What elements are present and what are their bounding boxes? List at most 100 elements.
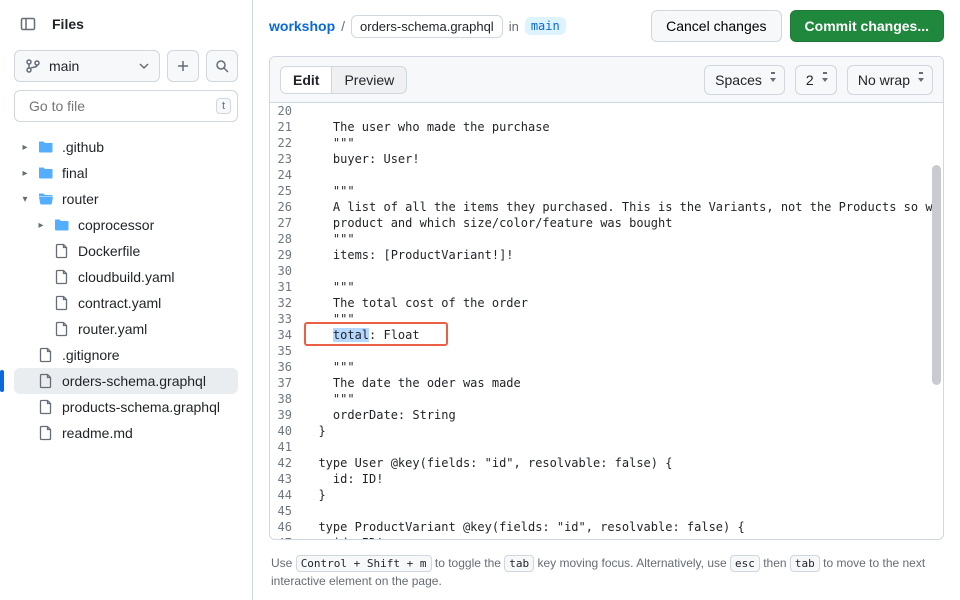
code-line[interactable]: 30	[270, 263, 943, 279]
file-search-input[interactable]: t	[14, 90, 238, 122]
tree-item-label: readme.md	[62, 425, 133, 441]
code-line[interactable]: 25 """	[270, 183, 943, 199]
folder-router[interactable]: ▾router	[14, 186, 238, 212]
kbd-hint: Control + Shift + m	[296, 555, 432, 572]
file-contract-yaml[interactable]: contract.yaml	[14, 290, 238, 316]
code-text: """	[304, 279, 943, 295]
tree-item-label: products-schema.graphql	[62, 399, 220, 415]
folder-final[interactable]: ▸final	[14, 160, 238, 186]
tree-item-label: .github	[62, 139, 104, 155]
code-line[interactable]: 27 product and which size/color/feature …	[270, 215, 943, 231]
code-line[interactable]: 47 id: ID!	[270, 535, 943, 539]
line-number: 44	[270, 487, 304, 503]
file-cloudbuild-yaml[interactable]: cloudbuild.yaml	[14, 264, 238, 290]
line-number: 20	[270, 103, 304, 119]
code-line[interactable]: 42 type User @key(fields: "id", resolvab…	[270, 455, 943, 471]
folder-icon	[38, 165, 54, 181]
code-line[interactable]: 43 id: ID!	[270, 471, 943, 487]
file-orders-schema-graphql[interactable]: orders-schema.graphql	[14, 368, 238, 394]
code-editor[interactable]: 2021 The user who made the purchase22 ""…	[270, 103, 943, 539]
tab-edit[interactable]: Edit	[281, 67, 332, 93]
code-line[interactable]: 20	[270, 103, 943, 119]
code-line[interactable]: 35	[270, 343, 943, 359]
code-line[interactable]: 32 The total cost of the order	[270, 295, 943, 311]
code-line[interactable]: 33 """	[270, 311, 943, 327]
code-line[interactable]: 28 """	[270, 231, 943, 247]
file-readme-md[interactable]: readme.md	[14, 420, 238, 446]
cancel-button[interactable]: Cancel changes	[651, 10, 781, 42]
code-text: The user who made the purchase	[304, 119, 943, 135]
code-text: }	[304, 487, 943, 503]
file-products-schema-graphql[interactable]: products-schema.graphql	[14, 394, 238, 420]
branch-icon	[25, 58, 41, 74]
code-line[interactable]: 45	[270, 503, 943, 519]
commit-button[interactable]: Commit changes...	[790, 10, 944, 42]
search-field[interactable]	[29, 98, 210, 114]
code-text: items: [ProductVariant!]!	[304, 247, 943, 263]
search-button[interactable]	[206, 50, 238, 82]
code-line[interactable]: 38 """	[270, 391, 943, 407]
file-icon	[38, 373, 54, 389]
indent-mode-select[interactable]: Spaces	[704, 65, 785, 95]
code-text: id: ID!	[304, 535, 943, 539]
code-line[interactable]: 22 """	[270, 135, 943, 151]
line-number: 26	[270, 199, 304, 215]
code-text: type User @key(fields: "id", resolvable:…	[304, 455, 943, 471]
code-line[interactable]: 31 """	[270, 279, 943, 295]
sidebar: Files main t ▸.github▸final▾router▸copro…	[0, 0, 253, 600]
line-number: 38	[270, 391, 304, 407]
folder-coprocessor[interactable]: ▸coprocessor	[14, 212, 238, 238]
sidebar-title: Files	[52, 16, 84, 32]
code-line[interactable]: 40 }	[270, 423, 943, 439]
code-text: The total cost of the order	[304, 295, 943, 311]
code-line[interactable]: 37 The date the oder was made	[270, 375, 943, 391]
file-icon	[38, 399, 54, 415]
line-number: 35	[270, 343, 304, 359]
main-area: workshop / orders-schema.graphql in main…	[253, 0, 960, 600]
keyboard-hint: Use Control + Shift + m to toggle the ta…	[269, 550, 944, 600]
line-number: 34	[270, 327, 304, 343]
code-line[interactable]: 24	[270, 167, 943, 183]
edit-preview-tabs: Edit Preview	[280, 66, 407, 94]
branch-selector[interactable]: main	[14, 50, 160, 82]
add-file-button[interactable]	[167, 50, 199, 82]
code-line[interactable]: 29 items: [ProductVariant!]!	[270, 247, 943, 263]
line-number: 27	[270, 215, 304, 231]
tab-preview[interactable]: Preview	[332, 67, 406, 93]
editor-card: Edit Preview Spaces 2 No wrap 2021 The u…	[269, 56, 944, 540]
code-line[interactable]: 44 }	[270, 487, 943, 503]
file-router-yaml[interactable]: router.yaml	[14, 316, 238, 342]
collapse-sidebar-button[interactable]	[14, 10, 42, 38]
folder--github[interactable]: ▸.github	[14, 134, 238, 160]
code-text: type ProductVariant @key(fields: "id", r…	[304, 519, 943, 535]
line-number: 22	[270, 135, 304, 151]
code-text: buyer: User!	[304, 151, 943, 167]
in-label: in	[509, 19, 519, 34]
scrollbar[interactable]	[932, 165, 941, 529]
code-line[interactable]: 39 orderDate: String	[270, 407, 943, 423]
code-text	[304, 103, 943, 119]
file--gitignore[interactable]: .gitignore	[14, 342, 238, 368]
repo-link[interactable]: workshop	[269, 18, 335, 34]
file-dockerfile[interactable]: Dockerfile	[14, 238, 238, 264]
tree-item-label: .gitignore	[62, 347, 120, 363]
code-line[interactable]: 34 total: Float	[270, 327, 943, 343]
kbd-hint: tab	[504, 555, 534, 572]
code-line[interactable]: 21 The user who made the purchase	[270, 119, 943, 135]
file-icon	[54, 321, 70, 337]
line-number: 40	[270, 423, 304, 439]
line-number: 30	[270, 263, 304, 279]
code-line[interactable]: 36 """	[270, 359, 943, 375]
code-text	[304, 343, 943, 359]
code-line[interactable]: 41	[270, 439, 943, 455]
line-number: 28	[270, 231, 304, 247]
chevron-icon: ▸	[18, 168, 32, 179]
code-line[interactable]: 46 type ProductVariant @key(fields: "id"…	[270, 519, 943, 535]
filename-input[interactable]: orders-schema.graphql	[351, 15, 503, 38]
sidebar-icon	[20, 16, 36, 32]
code-line[interactable]: 26 A list of all the items they purchase…	[270, 199, 943, 215]
wrap-mode-select[interactable]: No wrap	[847, 65, 933, 95]
indent-size-select[interactable]: 2	[795, 65, 837, 95]
code-line[interactable]: 23 buyer: User!	[270, 151, 943, 167]
file-icon	[54, 243, 70, 259]
